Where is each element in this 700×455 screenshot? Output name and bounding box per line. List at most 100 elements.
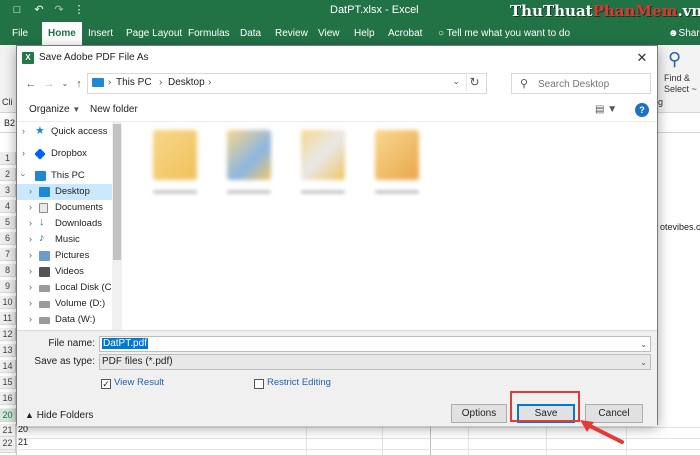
new-folder-button[interactable]: New folder — [90, 104, 138, 115]
nav-item-music[interactable]: › ♪ Music — [17, 232, 117, 248]
cell-value[interactable]: otevibes.c — [660, 222, 700, 232]
nav-item-volume-d[interactable]: › Volume (D:) — [17, 296, 117, 312]
chevron-right-icon[interactable]: › — [208, 77, 211, 88]
save-icon[interactable]: □ — [10, 3, 24, 17]
chevron-down-icon[interactable]: ⌄ — [452, 76, 460, 87]
refresh-icon[interactable]: ↻ — [466, 75, 482, 91]
row-header[interactable]: 4 — [0, 200, 16, 213]
file-thumbnail[interactable] — [301, 130, 345, 180]
tab-formulas[interactable]: Formulas — [188, 22, 230, 45]
file-thumbnail[interactable] — [153, 130, 197, 180]
row-header[interactable]: 5 — [0, 216, 16, 229]
close-icon[interactable]: ✕ — [633, 49, 651, 67]
file-name-value[interactable]: DatPT.pdf — [102, 338, 148, 349]
row-header[interactable]: 8 — [0, 264, 16, 277]
tab-review[interactable]: Review — [275, 22, 308, 45]
tab-home[interactable]: Home — [42, 22, 82, 45]
find-icon[interactable]: ⚲ — [668, 49, 681, 70]
help-icon[interactable]: ? — [635, 103, 649, 117]
nav-item-this-pc[interactable]: › This PC — [17, 168, 117, 184]
nav-scrollbar[interactable] — [112, 122, 122, 330]
desktop-folder-icon — [39, 187, 50, 197]
nav-item-videos[interactable]: › Videos — [17, 264, 117, 280]
disk-icon — [39, 285, 50, 292]
expand-icon: › — [29, 266, 32, 276]
redo-icon[interactable]: ↷ — [52, 3, 66, 17]
up-icon[interactable]: ↑ — [71, 76, 87, 92]
file-label-blurred — [227, 190, 271, 194]
row-header[interactable]: 9 — [0, 280, 16, 293]
view-result-label[interactable]: View Result — [114, 377, 164, 388]
view-options-icon[interactable]: ▤ ▼ — [595, 104, 617, 115]
row-header[interactable]: 2 — [0, 168, 16, 181]
share-button[interactable]: ☻Share — [668, 22, 700, 45]
name-box[interactable]: B2 — [4, 118, 15, 128]
search-input[interactable] — [538, 77, 646, 91]
row-header[interactable]: 21 — [0, 424, 16, 437]
save-type-select[interactable]: PDF files (*.pdf) ⌄ — [99, 354, 651, 370]
navigation-pane: › ★ Quick access › Dropbox › This PC › D… — [17, 122, 123, 330]
back-icon[interactable]: ← — [23, 76, 39, 92]
find-select-label[interactable]: Find & — [664, 73, 690, 83]
tab-help[interactable]: Help — [354, 22, 375, 45]
nav-item-data-w[interactable]: › Data (W:) — [17, 312, 117, 328]
scroll-thumb[interactable] — [113, 124, 121, 260]
restrict-editing-label[interactable]: Restrict Editing — [267, 377, 331, 388]
file-name-field[interactable]: DatPT.pdf ⌄ — [99, 336, 651, 352]
tab-file[interactable]: File — [12, 22, 28, 45]
nav-item-pictures[interactable]: › Pictures — [17, 248, 117, 264]
breadcrumb-this-pc[interactable]: This PC — [116, 77, 152, 88]
restrict-editing-checkbox[interactable] — [254, 379, 264, 389]
excel-icon: X — [22, 52, 34, 64]
row-header[interactable]: 1 — [0, 152, 16, 165]
row-header[interactable]: 10 — [0, 296, 16, 309]
clipboard-group-label: Cli — [2, 97, 13, 107]
tab-insert[interactable]: Insert — [88, 22, 113, 45]
chevron-down-icon[interactable]: ⌄ — [640, 338, 647, 351]
row-header[interactable]: 16 — [0, 392, 16, 405]
tab-acrobat[interactable]: Acrobat — [388, 22, 422, 45]
tab-data[interactable]: Data — [240, 22, 261, 45]
row-header-selected[interactable]: 20 — [0, 409, 16, 422]
row-header[interactable]: 3 — [0, 184, 16, 197]
address-bar[interactable]: › This PC › Desktop › ⌄ ↻ — [87, 73, 487, 94]
dialog-toolbar: Organize ▼ New folder ▤ ▼ ? — [17, 100, 657, 122]
view-result-checkbox[interactable]: ✓ — [101, 379, 111, 389]
row-header[interactable]: 12 — [0, 328, 16, 341]
file-thumbnail[interactable] — [227, 130, 271, 180]
row-header[interactable]: 22 — [0, 437, 16, 450]
row-header[interactable]: 15 — [0, 376, 16, 389]
tab-view[interactable]: View — [318, 22, 340, 45]
nav-item-documents[interactable]: › Documents — [17, 200, 117, 216]
expand-icon: › — [29, 202, 32, 212]
tab-page-layout[interactable]: Page Layout — [126, 22, 182, 45]
row-header[interactable]: 7 — [0, 248, 16, 261]
music-icon: ♪ — [39, 232, 45, 244]
nav-item-desktop[interactable]: › Desktop — [17, 184, 117, 200]
hide-folders-toggle[interactable]: ▲ Hide Folders — [25, 410, 93, 421]
disk-icon — [39, 301, 50, 308]
options-button[interactable]: Options — [451, 404, 507, 423]
tell-me-search[interactable]: ○ Tell me what you want to do — [438, 22, 570, 45]
row-header[interactable]: 11 — [0, 312, 16, 325]
undo-icon[interactable]: ↶ — [32, 3, 46, 17]
organize-button[interactable]: Organize ▼ — [29, 104, 80, 115]
nav-item-quick-access[interactable]: › ★ Quick access — [17, 124, 117, 140]
row-header[interactable]: 14 — [0, 360, 16, 373]
row-header[interactable]: 13 — [0, 344, 16, 357]
breadcrumb-desktop[interactable]: Desktop — [168, 77, 205, 88]
nav-item-dropbox[interactable]: › Dropbox — [17, 146, 117, 162]
row-header[interactable]: 6 — [0, 232, 16, 245]
chevron-right-icon[interactable]: › — [159, 77, 162, 88]
file-thumbnail[interactable] — [375, 130, 419, 180]
find-select-label-2[interactable]: Select ~ — [664, 84, 697, 94]
forward-icon[interactable]: → — [41, 76, 57, 92]
star-icon: ★ — [35, 125, 45, 137]
search-box[interactable]: ⚲ — [511, 73, 651, 94]
nav-item-local-disk-c[interactable]: › Local Disk (C:) — [17, 280, 117, 296]
qat-more-icon[interactable]: ⋮ — [72, 3, 86, 17]
nav-item-downloads[interactable]: › ↓ Downloads — [17, 216, 117, 232]
downloads-icon: ↓ — [39, 216, 45, 228]
chevron-right-icon[interactable]: › — [108, 77, 111, 88]
cell-value[interactable]: 21 — [18, 437, 28, 447]
